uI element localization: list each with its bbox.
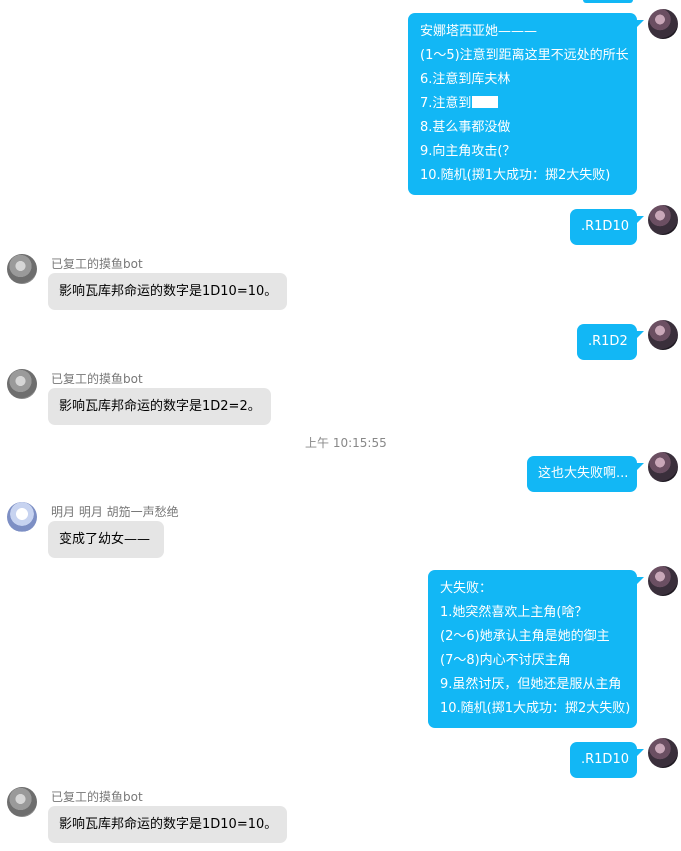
avatar[interactable] (648, 452, 678, 482)
message-bubble[interactable]: 影响瓦库邦命运的数字是1D10=10。 (48, 806, 287, 843)
bubble-tail (637, 331, 644, 338)
message-text: .R1D10 (581, 219, 629, 234)
message-bubble[interactable]: 变成了幼女—— (48, 521, 164, 558)
message-bubble[interactable]: .R1D10 (570, 742, 637, 778)
message-text: 影响瓦库邦命运的数字是1D2=2。 (59, 399, 261, 414)
message-line: (1～5)注意到距离这里不远处的所长 (420, 48, 629, 63)
message-line: (7～8)内心不讨厌主角 (440, 653, 571, 668)
message-line: 安娜塔西亚她——— (420, 24, 538, 39)
bubble-tail (637, 216, 644, 223)
avatar[interactable] (648, 320, 678, 350)
message-line: 9.向主角攻击(？ (420, 144, 516, 159)
avatar[interactable] (7, 369, 37, 399)
message-text: .R1D10 (581, 752, 629, 767)
message-bubble[interactable]: .R1D2 (577, 324, 637, 360)
timestamp: 上午 10:15:55 (305, 436, 387, 450)
previous-message-bubble-edge (583, 0, 633, 3)
avatar[interactable] (648, 9, 678, 39)
avatar[interactable] (7, 787, 37, 817)
message-line: 7.注意到 (420, 92, 625, 116)
avatar[interactable] (648, 738, 678, 768)
avatar[interactable] (7, 254, 37, 284)
message-line: 9.虽然讨厌，但她还是服从主角 (440, 677, 622, 692)
bubble-tail (637, 463, 644, 470)
message-line: (2～6)她承认主角是她的御主 (440, 629, 610, 644)
message-line: 10.随机(掷1大成功：掷2大失败) (440, 701, 631, 716)
message-text: 这也大失败啊... (538, 466, 629, 481)
sender-name: 已复工的摸鱼bot (51, 257, 143, 271)
bubble-tail (637, 577, 644, 584)
message-bubble[interactable]: 影响瓦库邦命运的数字是1D2=2。 (48, 388, 271, 425)
sender-name: 已复工的摸鱼bot (51, 790, 143, 804)
sender-name: 明月 明月 胡笳一声愁绝 (51, 505, 179, 519)
message-text: .R1D2 (588, 334, 628, 349)
message-text: 影响瓦库邦命运的数字是1D10=10。 (59, 817, 278, 832)
message-bubble[interactable]: 影响瓦库邦命运的数字是1D10=10。 (48, 273, 287, 310)
message-line: 8.甚么事都没做 (420, 120, 511, 135)
message-line: 1.她突然喜欢上主角(啥？ (440, 605, 588, 620)
message-bubble[interactable]: .R1D10 (570, 209, 637, 245)
message-bubble[interactable]: 大失败： 1.她突然喜欢上主角(啥？ (2～6)她承认主角是她的御主 (7～8)… (428, 570, 637, 728)
avatar[interactable] (648, 566, 678, 596)
bubble-tail (637, 20, 644, 27)
message-bubble[interactable]: 安娜塔西亚她——— (1～5)注意到距离这里不远处的所长 6.注意到库夫林 7.… (408, 13, 637, 195)
message-line: 10.随机(掷1大成功：掷2大失败) (420, 168, 611, 183)
message-text: 影响瓦库邦命运的数字是1D10=10。 (59, 284, 278, 299)
avatar[interactable] (648, 205, 678, 235)
sender-name: 已复工的摸鱼bot (51, 372, 143, 386)
chat-message-area: 安娜塔西亚她——— (1～5)注意到距离这里不远处的所长 6.注意到库夫林 7.… (0, 0, 681, 851)
message-line: 6.注意到库夫林 (420, 72, 511, 87)
bubble-tail (637, 749, 644, 756)
avatar[interactable] (7, 502, 37, 532)
message-text: 变成了幼女—— (59, 532, 151, 547)
message-bubble[interactable]: 这也大失败啊... (527, 456, 637, 492)
redacted-text (472, 96, 499, 108)
message-line: 大失败： (440, 581, 493, 596)
